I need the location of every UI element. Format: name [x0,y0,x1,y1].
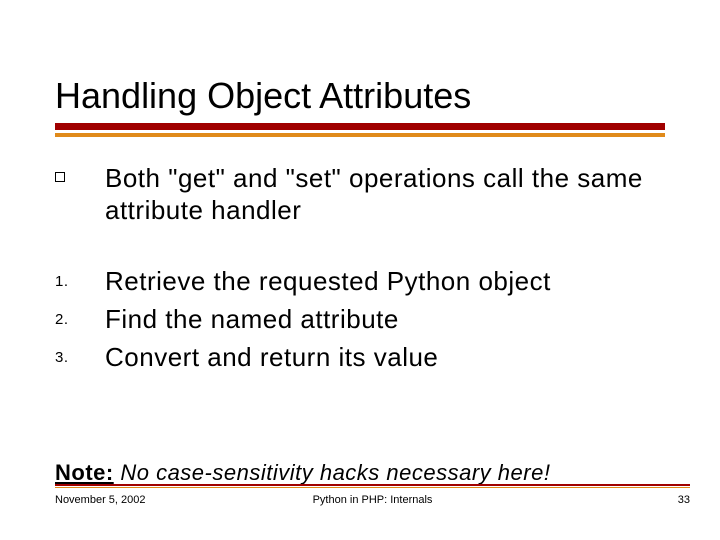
slide-body: Both "get" and "set" operations call the… [55,163,665,374]
footer-rule [55,484,690,488]
note-text: No case-sensitivity hacks necessary here… [114,460,551,485]
bullet-marker [55,163,105,187]
bullet-2: 2. Find the named attribute [55,304,665,336]
bullet-3: 3. Convert and return its value [55,342,665,374]
bullet-text: Both "get" and "set" operations call the… [105,163,665,226]
bullet-number: 1. [55,266,105,291]
slide-title: Handling Object Attributes [55,75,665,117]
footer: November 5, 2002 Python in PHP: Internal… [55,490,690,506]
bullet-1: 1. Retrieve the requested Python object [55,266,665,298]
footer-title: Python in PHP: Internals [55,494,690,506]
bullet-text: Retrieve the requested Python object [105,266,665,298]
bullet-number: 3. [55,342,105,367]
footer-page: 33 [678,494,690,506]
note: Note: No case-sensitivity hacks necessar… [55,460,665,486]
note-label: Note: [55,460,114,485]
title-rule [55,123,665,137]
square-icon [55,172,65,182]
bullet-number: 2. [55,304,105,329]
bullet-text: Convert and return its value [105,342,665,374]
bullet-intro: Both "get" and "set" operations call the… [55,163,665,226]
slide: Handling Object Attributes Both "get" an… [0,0,720,540]
bullet-text: Find the named attribute [105,304,665,336]
